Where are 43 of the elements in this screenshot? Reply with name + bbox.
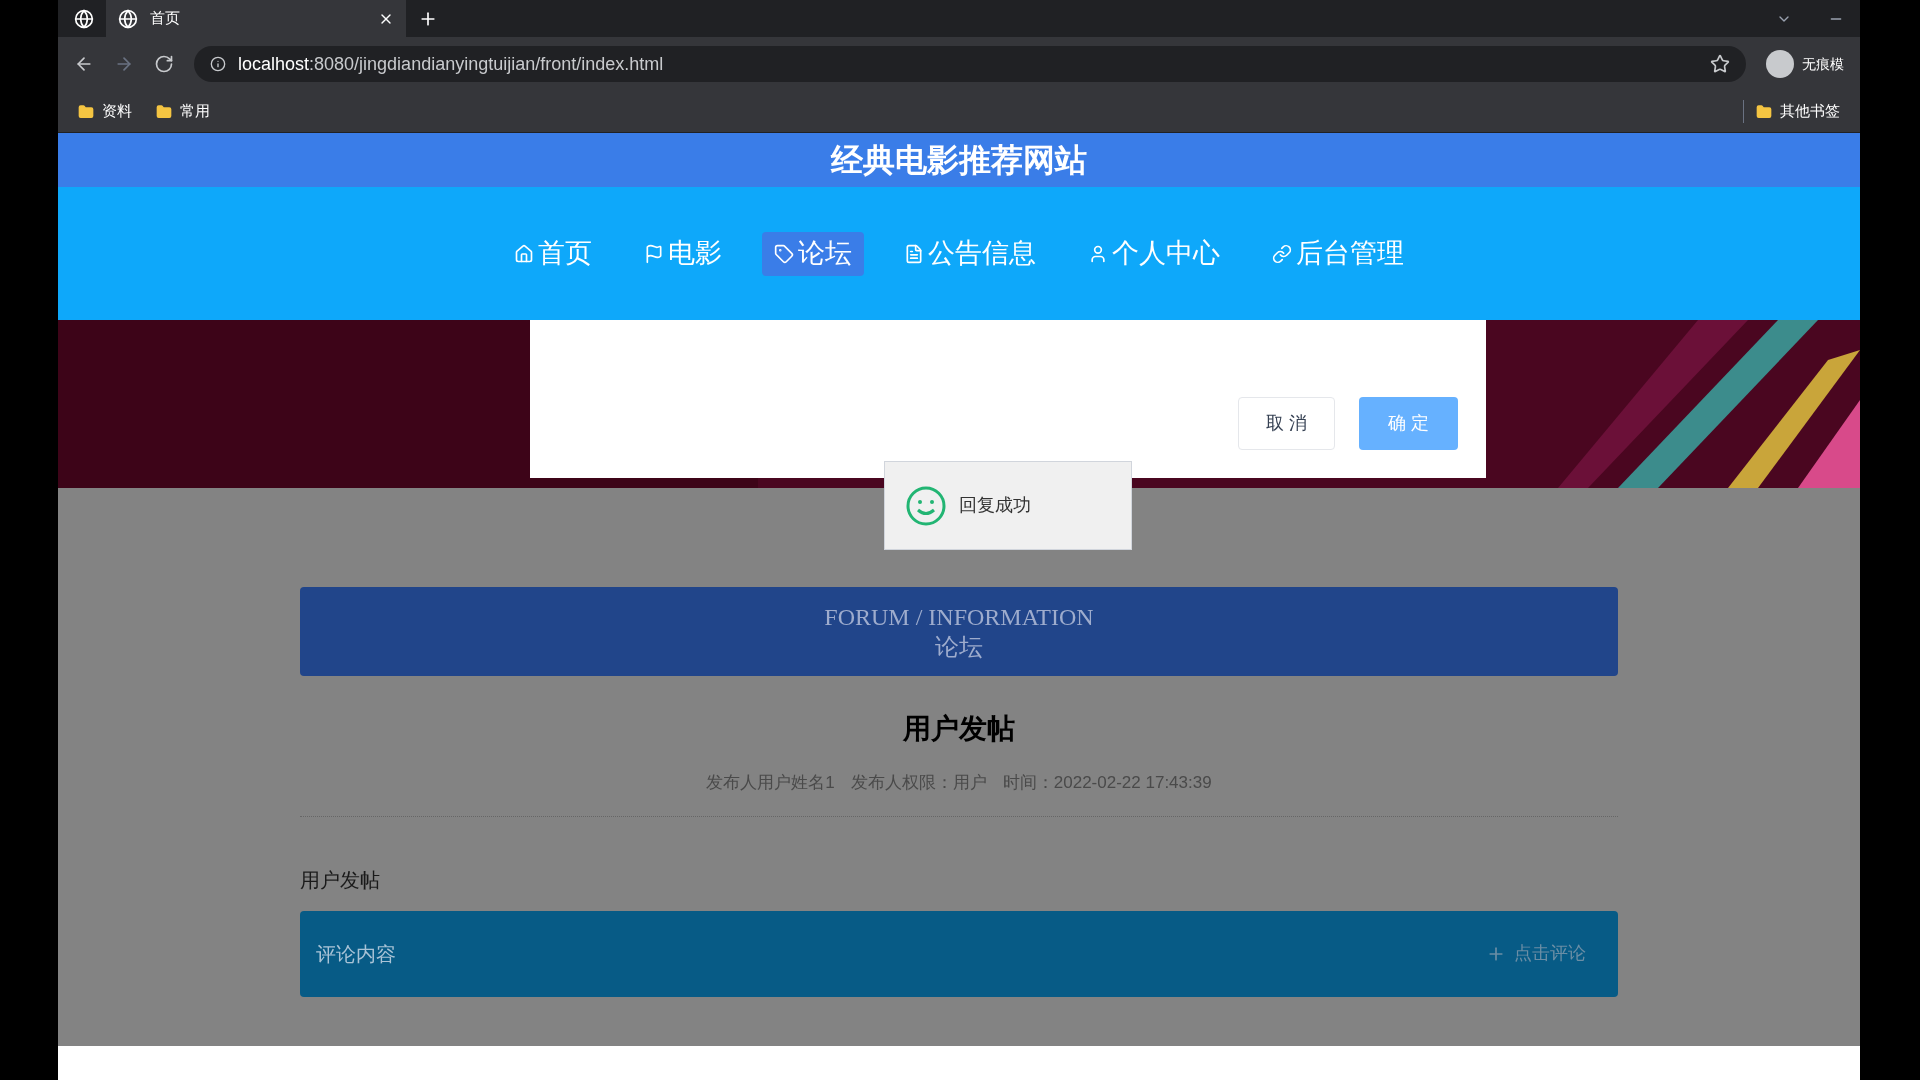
post-meta: 发布人用户姓名1 (706, 772, 835, 794)
comment-button[interactable]: 点击评论 (1486, 940, 1602, 967)
post-title: 用户发帖 (903, 712, 1015, 746)
address-field[interactable]: localhost:8080/jingdiandianyingtuijian/front/index.html (194, 46, 1746, 82)
nav-item[interactable]: 电影 (632, 231, 734, 276)
link-icon (1272, 243, 1292, 264)
home-icon (514, 243, 534, 264)
post-meta: 时间：2022-02-22 17:43:39 (1002, 772, 1212, 794)
nav-item[interactable]: 个人中心 (1076, 231, 1232, 276)
folder-icon (156, 103, 172, 120)
folder-icon (78, 103, 94, 120)
bookmark-item[interactable]: 常用 (152, 100, 214, 123)
confirm-button[interactable]: 确 定 (1359, 397, 1458, 450)
bookmark-item[interactable]: 资料 (74, 100, 136, 123)
toast-message: 回复成功 (959, 494, 1031, 517)
document-icon (904, 243, 924, 264)
globe-icon (118, 8, 138, 29)
banner-subtitle: 论坛 (935, 632, 983, 662)
bookmark-item[interactable]: 其他书签 (1743, 100, 1844, 123)
folder-icon (1756, 103, 1772, 120)
tab-title: 首页 (150, 8, 181, 29)
nav-item[interactable]: 论坛 (762, 231, 864, 276)
post-meta: 发布人权限：用户 (850, 772, 987, 794)
bookmark-star-icon[interactable] (1710, 54, 1730, 74)
nav-item[interactable]: 首页 (502, 231, 604, 276)
comment-bar[interactable]: 评论内容 点击评论 (300, 910, 1618, 997)
user-icon (1088, 243, 1108, 264)
banner-title: FORUM / INFORMATION (824, 602, 1094, 632)
site-title: 经典电影推荐网站 (831, 141, 1087, 180)
comment-placeholder: 评论内容 (316, 941, 397, 967)
nav-item[interactable]: 后台管理 (1260, 231, 1416, 276)
flag-icon (644, 243, 664, 264)
nav-item[interactable]: 公告信息 (892, 231, 1048, 276)
tag-icon (774, 243, 794, 264)
profile-label[interactable]: 无痕模 (1802, 53, 1844, 75)
browser-tab[interactable]: 首页 (106, 0, 406, 37)
smiley-icon (905, 484, 947, 527)
post-content: 用户发帖 (300, 867, 381, 893)
globe-icon (74, 8, 94, 29)
cancel-button[interactable]: 取 消 (1238, 397, 1335, 450)
info-icon (210, 56, 226, 72)
url-text: localhost:8080/jingdiandianyingtuijian/front/index.html (238, 52, 665, 76)
reload-icon[interactable] (154, 54, 174, 74)
